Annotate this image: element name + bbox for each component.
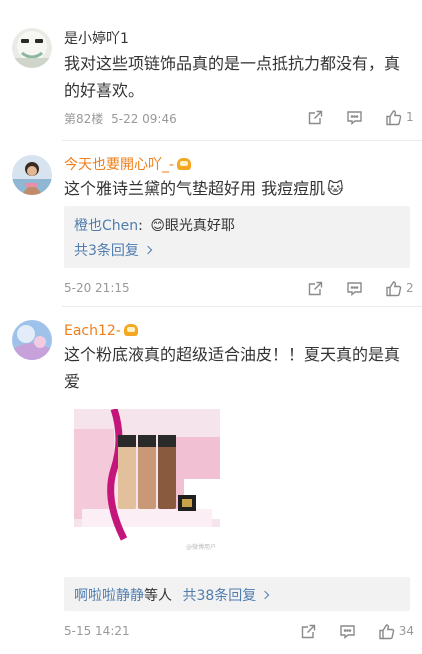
comment-text: 这个雅诗兰黛的气垫超好用 我痘痘肌 🐱 — [64, 175, 410, 202]
comment-icon — [347, 281, 362, 296]
timestamp: 5-15 14:21 — [64, 624, 130, 638]
comment-button[interactable] — [346, 280, 363, 297]
timestamp: 5-22 09:46 — [111, 112, 177, 126]
view-all-replies-link[interactable]: 共3条回复 — [74, 240, 153, 260]
vip-badge-icon — [177, 158, 192, 170]
chevron-right-icon — [143, 245, 153, 255]
chevron-right-icon — [261, 590, 270, 600]
image-watermark: @微博用户 — [185, 544, 216, 551]
like-button[interactable]: 34 — [378, 623, 414, 640]
share-icon — [308, 110, 323, 124]
comment-icon — [347, 110, 362, 125]
like-button[interactable]: 1 — [385, 109, 414, 126]
comment-icon — [340, 624, 355, 639]
like-count: 34 — [398, 624, 414, 638]
comment-button[interactable] — [346, 109, 363, 126]
comment-meta: 第82楼 5-22 09:46 — [64, 110, 177, 127]
like-icon — [386, 280, 402, 296]
share-button[interactable] — [307, 280, 324, 297]
divider — [62, 140, 422, 141]
reply-separator: : — [138, 218, 143, 234]
action-bar: 34 — [278, 621, 414, 641]
comment-text: 我对这些项链饰品真的是一点抵抗力都没有，真的好喜欢。 — [64, 54, 401, 100]
smile-emoji-icon: 😊 — [150, 218, 165, 234]
like-button[interactable]: 2 — [385, 280, 414, 297]
username[interactable]: Each12- — [64, 322, 138, 340]
avatar[interactable] — [12, 320, 52, 360]
avatar[interactable] — [12, 28, 52, 68]
timestamp: 5-20 21:15 — [64, 281, 130, 295]
username-text: 今天也要開心吖_- — [64, 157, 175, 173]
comment-text-body: 这个雅诗兰黛的气垫超好用 我痘痘肌 — [64, 179, 326, 198]
reply-users[interactable]: 啊啦啦静静 — [74, 588, 144, 604]
reply-count-text: 共38条回复 — [182, 588, 257, 604]
action-bar: 2 — [285, 278, 414, 298]
username-text: Each12- — [64, 323, 121, 339]
share-icon — [308, 281, 323, 295]
username[interactable]: 今天也要開心吖_- — [64, 156, 192, 174]
reply-summary: 啊啦啦静静等人 共38条回复 — [74, 585, 270, 605]
floor-number: 第82楼 — [64, 112, 104, 126]
like-icon — [386, 109, 402, 125]
like-count: 1 — [406, 110, 414, 124]
reply-preview[interactable]: 啊啦啦静静等人 共38条回复 — [64, 577, 410, 611]
share-button[interactable] — [307, 109, 324, 126]
reply-count-text: 共3条回复 — [74, 243, 139, 259]
like-icon — [379, 623, 394, 639]
comment-text: 这个粉底液真的超级适合油皮！！夏天真的是真爱 — [64, 345, 401, 391]
reply-users-suffix: 等人 — [144, 588, 172, 604]
username[interactable]: 是小婷吖1 — [64, 30, 129, 48]
avatar[interactable] — [12, 155, 52, 195]
share-icon — [301, 624, 315, 638]
like-count: 2 — [406, 281, 414, 295]
view-all-replies-link[interactable]: 共38条回复 — [182, 588, 270, 604]
reply-item: 橙也Chen: 😊眼光真好耶 — [74, 215, 235, 235]
reply-preview[interactable]: 橙也Chen: 😊眼光真好耶 共3条回复 — [64, 206, 410, 268]
cat-emoji-icon: 🐱 — [327, 179, 344, 198]
action-bar: 1 — [285, 107, 414, 127]
comment-button[interactable] — [339, 623, 356, 640]
reply-text: 眼光真好耶 — [164, 218, 235, 234]
divider — [62, 306, 422, 307]
vip-badge-icon — [123, 324, 138, 336]
reply-username[interactable]: 橙也Chen — [74, 218, 138, 234]
share-button[interactable] — [300, 623, 317, 640]
comment-photo[interactable]: @微博用户 — [74, 409, 220, 553]
